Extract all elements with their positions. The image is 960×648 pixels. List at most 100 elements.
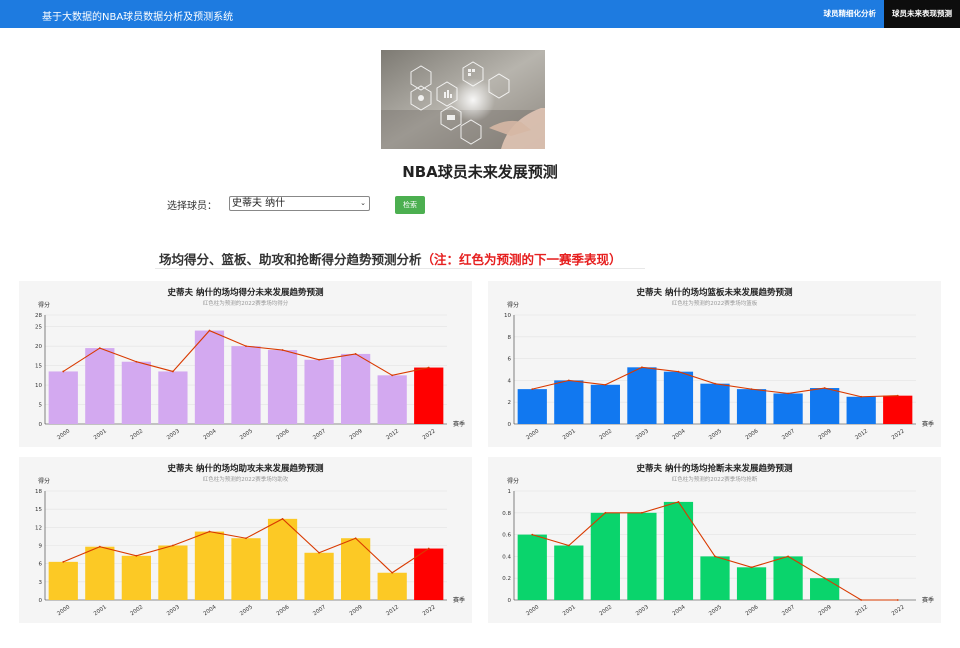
trend-point [677,501,680,503]
chart-title: 史蒂夫 纳什的场均篮板未来发展趋势预测 [636,288,793,298]
bar [414,367,444,424]
x-tick-label: 2005 [239,604,254,617]
y-tick-label: 0.2 [502,576,511,582]
x-axis-label: 赛季 [922,421,935,428]
trend-point [245,345,247,348]
trend-point [641,511,643,514]
section-title: 场均得分、篮板、助攻和抢断得分趋势预测分析（注：红色为预测的下一赛季表现） [159,249,622,268]
bar [194,531,225,600]
trend-point [98,347,101,349]
trend-point [896,394,899,397]
bar [231,538,261,600]
x-tick-label: 2007 [312,428,327,441]
x-tick-label: 2000 [56,604,71,617]
x-tick-label: 2002 [129,428,144,441]
bar [590,384,620,424]
x-tick-label: 2006 [745,604,760,617]
y-tick-label: 4 [508,378,512,384]
chart-subtitle: 红色柱为预测的2022赛季场均抢断 [671,477,758,483]
bar [341,353,371,424]
bar [736,389,767,424]
bar [48,371,78,424]
bar [554,545,584,600]
trend-point [62,560,65,563]
y-tick-label: 0.6 [502,533,511,539]
y-tick-label: 2 [508,400,512,406]
x-tick-label: 2004 [203,428,218,441]
x-tick-label: 2003 [635,604,650,617]
tab-future-prediction[interactable]: 球员未来表现预测 [884,0,960,28]
x-tick-label: 2000 [56,428,71,441]
x-axis-label: 赛季 [922,597,935,604]
y-axis-label: 得分 [38,478,51,485]
y-axis-label: 得分 [507,302,520,309]
trend-point [318,551,320,554]
trend-point [567,544,570,547]
trend-point [245,537,247,540]
trend-point [281,349,284,351]
player-select-value: 史蒂夫 纳什 [232,198,286,209]
x-tick-label: 2009 [818,604,833,617]
chart-title: 史蒂夫 纳什的场均得分未来发展趋势预测 [167,288,324,298]
bar [304,552,334,600]
trend-point [208,530,211,533]
chart-points: 0 5 10 15 20 25 28 2000 2001 2002 2003 2004 2005 2006… [19,281,472,447]
y-tick-label: 6 [508,357,512,363]
chart-steals: 0 0.2 0.4 0.6 0.8 1 2000 2001 2002 2003 2004 2005 20… [488,457,941,623]
bar [414,548,444,600]
chart-title: 史蒂夫 纳什的场均抢断未来发展趋势预测 [636,464,793,474]
x-tick-label: 2007 [312,604,327,617]
x-tick-label: 2003 [166,428,181,441]
trend-point [823,387,826,389]
y-tick-label: 10 [35,383,42,389]
y-tick-label: 28 [35,313,42,319]
chart-subtitle: 红色柱为预测的2022赛季场均得分 [202,301,289,307]
player-select[interactable]: 史蒂夫 纳什 ⌄ [229,196,370,211]
x-tick-label: 2003 [635,428,650,441]
bar [121,555,151,600]
trend-point [677,370,680,373]
trend-point [787,555,789,558]
trend-point [172,370,174,373]
x-tick-label: 2003 [166,604,181,617]
bar [883,395,913,424]
bar [554,380,584,424]
x-tick-label: 2007 [781,428,796,441]
trend-point [208,329,211,332]
section-note: （注：红色为预测的下一赛季表现） [421,252,622,267]
y-tick-label: 9 [39,544,43,550]
bar [590,512,620,600]
bar [517,534,547,600]
bar [627,512,657,600]
search-button[interactable]: 检索 [395,196,425,214]
x-tick-label: 2006 [276,428,291,441]
trend-point [896,599,899,601]
trend-point [391,571,394,574]
bar [158,371,188,424]
bar [158,545,188,600]
trend-point [567,379,570,382]
x-tick-label: 2009 [349,428,364,441]
x-tick-label: 2000 [525,428,540,441]
x-tick-label: 2002 [598,604,613,617]
y-tick-label: 6 [39,562,43,568]
bar [773,393,803,424]
trend-point [172,544,174,547]
x-tick-label: 2001 [93,428,108,441]
x-tick-label: 2001 [562,604,577,617]
x-tick-label: 2004 [203,604,218,617]
y-tick-label: 5 [39,403,43,409]
trend-point [714,555,716,558]
trend-point [354,537,357,540]
tab-player-analysis[interactable]: 球员精细化分析 [816,0,885,28]
hero-tech-illustration [381,50,545,149]
trend-point [281,517,284,520]
y-tick-label: 15 [35,507,42,513]
x-tick-label: 2012 [385,604,400,617]
x-tick-label: 2005 [239,428,254,441]
bar [267,350,298,424]
y-axis-label: 得分 [38,302,51,309]
x-axis-label: 赛季 [453,421,466,428]
x-tick-label: 2012 [854,428,869,441]
x-tick-label: 2001 [562,428,577,441]
